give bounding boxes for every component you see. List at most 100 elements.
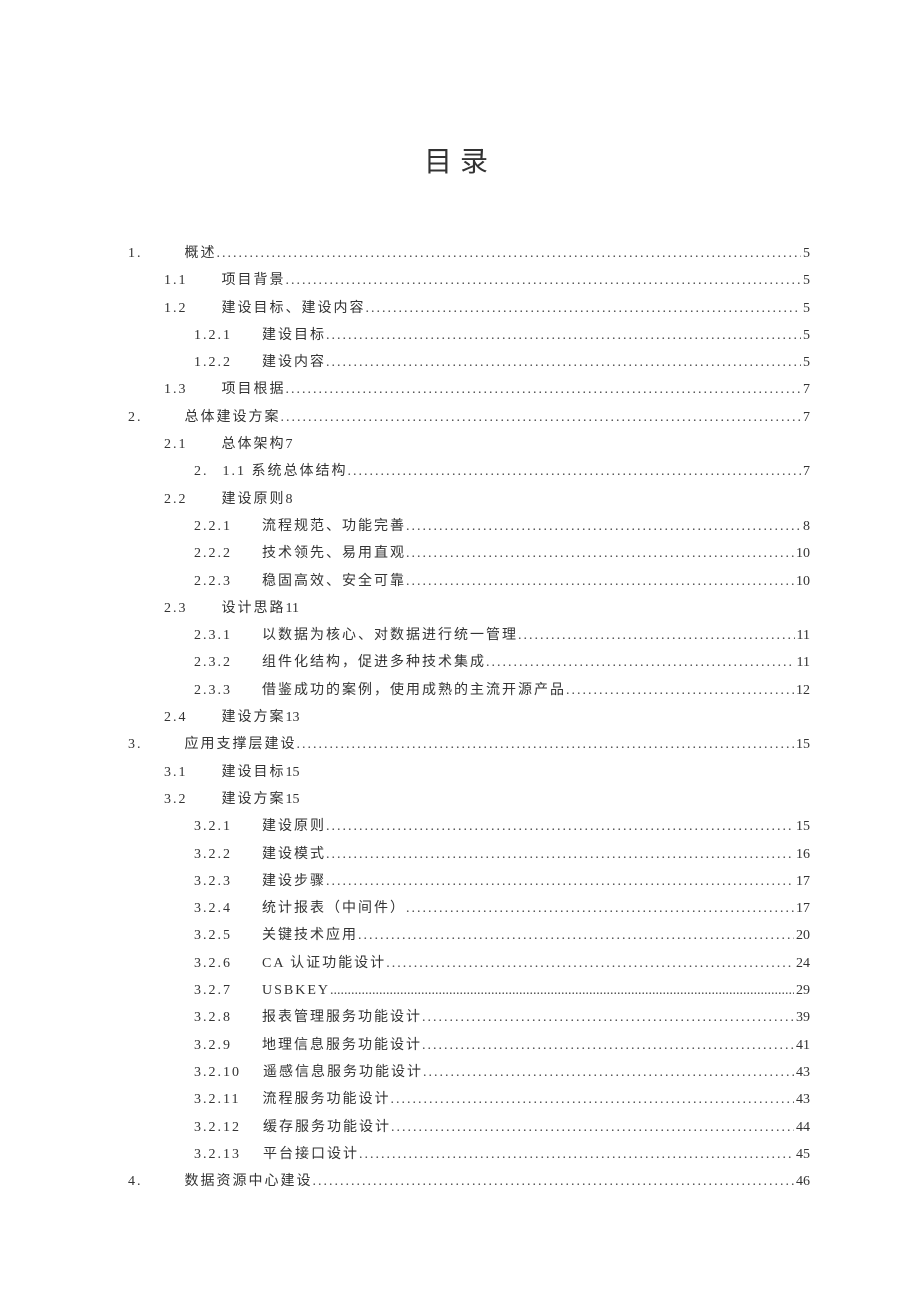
entry-number: 3.2.11 [194,1086,240,1113]
entry-title: 缓存服务功能设计 [263,1114,391,1141]
entry-title: 平台接口设计 [263,1141,359,1168]
entry-page: 7 [801,376,810,403]
entry-number: 1. [128,240,143,267]
entry-number: 3.2.2 [194,841,232,868]
toc-entry: 1.2.1建设目标...............................… [110,322,810,349]
entry-page: 17 [794,895,810,922]
entry-page: 16 [794,841,810,868]
toc-entry: 3.2.5关键技术应用.............................… [110,922,810,949]
entry-number: 3.2.1 [194,813,232,840]
entry-page: 43 [794,1086,810,1113]
toc-entry: 3.2.13平台接口设计............................… [110,1141,810,1168]
entry-page: 13 [286,704,300,731]
toc-entry: 3.2.9地理信息服务功能设计.........................… [110,1032,810,1059]
toc-entry: 1.1项目背景.................................… [110,267,810,294]
toc-entry: 3.应用支撑层建设...............................… [110,731,810,758]
toc-entry: 3.2.3 建设步骤...............................… [110,868,810,895]
entry-page: 10 [794,540,810,567]
entry-title: 报表管理服务功能设计 [262,1004,422,1031]
entry-number: 3. [128,731,143,758]
dot-leader: ........................................… [391,1114,794,1141]
entry-number: 4. [128,1168,143,1195]
dot-leader: ........................................… [326,349,801,376]
entry-page: 11 [286,595,299,622]
entry-page: 41 [794,1032,810,1059]
entry-title: 流程服务功能设计 [262,1086,390,1113]
dot-leader: ........................................… [422,1032,794,1059]
entry-page: 7 [801,458,810,485]
entry-title: 概述 [185,240,217,267]
toc-entry: 3.2.1建设原则...............................… [110,813,810,840]
dot-leader: ........................................… [313,1168,795,1195]
entry-number: 2.2 [164,486,188,513]
entry-page: 46 [794,1168,810,1195]
entry-page: 43 [794,1059,810,1086]
entry-number: 2.2.3 [194,568,232,595]
toc-entry: 1.2建设目标、建设内容............................… [110,295,810,322]
table-of-contents: 1. 概述....................................… [110,240,810,1195]
entry-title: 应用支撑层建设 [185,731,297,758]
entry-title: 总体架构 [222,431,286,458]
dot-leader: ........................................… [330,977,794,1004]
toc-entry: 2.3.3借鉴成功的案例，使用成熟的主流开源产品................… [110,677,810,704]
dot-leader: ........................................… [423,1059,794,1086]
dot-leader: ........................................… [326,868,794,895]
entry-page: 7 [801,404,810,431]
entry-title: 建设目标、建设内容 [222,295,366,322]
entry-number: 3.2.12 [194,1114,241,1141]
entry-page: 5 [801,349,810,376]
entry-page: 15 [286,786,300,813]
entry-page: 5 [801,322,810,349]
entry-page: 15 [286,759,300,786]
entry-page: 29 [794,977,810,1004]
dot-leader: ........................................… [286,376,802,403]
entry-title: 总体建设方案 [185,404,281,431]
entry-page: 10 [794,568,810,595]
toc-entry: 2.3设计思路11...............................… [110,595,810,622]
entry-page: 15 [794,731,810,758]
toc-entry: 2.3.2组件化结构，促进多种技术集成.....................… [110,649,810,676]
entry-title: 数据资源中心建设 [185,1168,313,1195]
entry-title: CA 认证功能设计 [262,950,386,977]
toc-entry: 3.2.2建设模式...............................… [110,841,810,868]
toc-entry: 3.2.11流程服务功能设计..........................… [110,1086,810,1113]
toc-entry: 1. 概述....................................… [110,240,810,267]
dot-leader: ........................................… [326,322,801,349]
dot-leader: ........................................… [518,622,795,649]
entry-number: 3.2.7 [194,977,232,1004]
entry-page: 17 [794,868,810,895]
toc-entry: 4. 数据资源中心建设..............................… [110,1168,810,1195]
dot-leader: ........................................… [217,240,802,267]
entry-number: 3.2.10 [194,1059,241,1086]
entry-page: 11 [795,649,810,676]
dot-leader: ........................................… [358,922,794,949]
entry-page: 12 [794,677,810,704]
entry-title: 以数据为核心、对数据进行统一管理 [262,622,518,649]
entry-title: 建设目标 [262,322,326,349]
toc-entry: 2.2.3稳固高效、安全可靠..........................… [110,568,810,595]
entry-title: 建设步骤 [262,868,326,895]
entry-title: 建设原则 [262,813,326,840]
toc-entry: 3.2.10遥感信息服务功能设计........................… [110,1059,810,1086]
entry-number: 1.3 [164,376,188,403]
toc-entry: 2.3.1 以数据为核心、对数据进行统一管理...................… [110,622,810,649]
entry-number: 3.2.3 [194,868,232,895]
toc-entry: 3.2.12 缓存服务功能设计..........................… [110,1114,810,1141]
entry-page: 7 [286,431,293,458]
entry-title: 借鉴成功的案例，使用成熟的主流开源产品 [262,677,566,704]
entry-title: 建设模式 [262,841,326,868]
entry-title: USBKEY [262,977,330,1004]
dot-leader: ........................................… [348,458,802,485]
entry-number: 3.2.13 [194,1141,241,1168]
toc-entry: 3.2.7 USBKEY.............................… [110,977,810,1004]
entry-number: 2.3.1 [194,622,232,649]
entry-page: 8 [801,513,810,540]
entry-page: 5 [801,267,810,294]
entry-title: 地理信息服务功能设计 [262,1032,422,1059]
entry-title: 项目根据 [222,376,286,403]
dot-leader: ........................................… [406,513,801,540]
dot-leader: ........................................… [422,1004,794,1031]
toc-entry: 2.2.1流程规范、功能完善..........................… [110,513,810,540]
entry-number: 2. [128,404,143,431]
entry-title: 设计思路 [222,595,286,622]
